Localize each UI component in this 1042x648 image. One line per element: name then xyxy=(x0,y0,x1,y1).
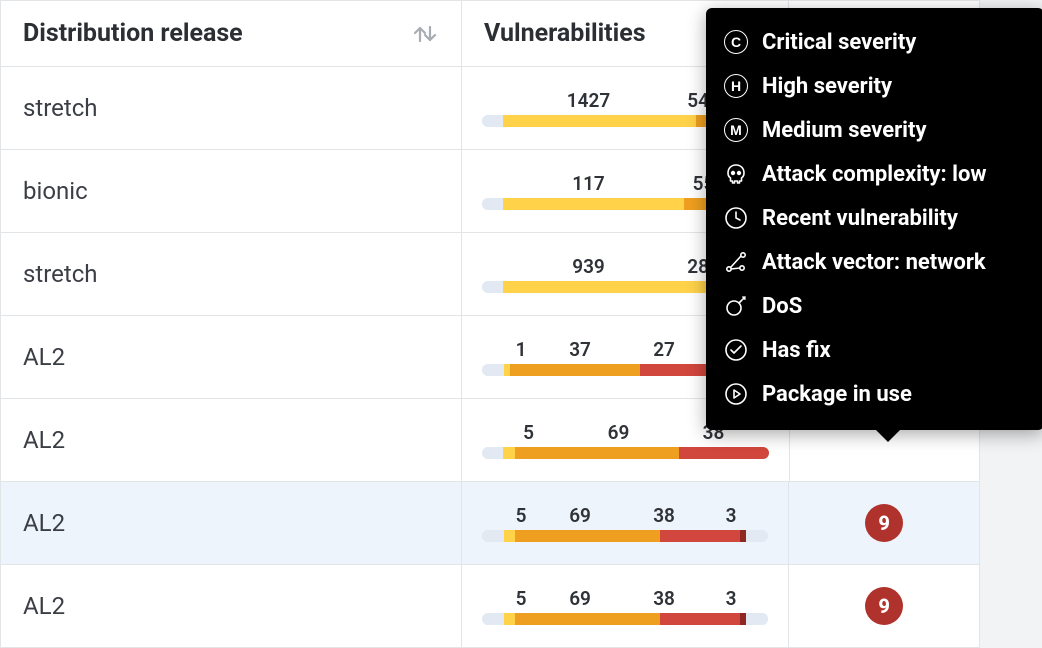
distribution-cell: AL2 xyxy=(1,482,462,564)
tooltip-label: Recent vulnerability xyxy=(762,206,958,231)
vuln-bar-segment xyxy=(504,530,515,542)
table-row[interactable]: AL25693839 xyxy=(1,565,979,648)
tooltip-label: Attack complexity: low xyxy=(762,162,987,187)
vuln-count: 117 xyxy=(504,172,674,195)
dos-icon xyxy=(722,292,750,320)
vuln-count: 38 xyxy=(622,504,706,527)
column-header-distribution[interactable]: Distribution release xyxy=(1,1,462,66)
vulnerability-bar xyxy=(482,613,768,625)
attack-complexity-icon xyxy=(722,160,750,188)
tooltip-item: DoS xyxy=(722,284,1026,328)
tooltip-label: High severity xyxy=(762,74,892,99)
vulnerability-bar xyxy=(482,447,769,459)
vuln-bar-segment xyxy=(503,447,515,459)
medium-icon: M xyxy=(722,116,750,144)
vuln-bar-segment xyxy=(503,115,695,127)
vuln-count: 5 xyxy=(504,504,538,527)
vulnerabilities-cell: 569383 xyxy=(462,565,789,647)
tooltip-label: Package in use xyxy=(762,382,912,407)
vuln-count: 5 xyxy=(504,587,538,610)
high-icon: H xyxy=(722,72,750,100)
distribution-cell: AL2 xyxy=(1,399,462,481)
tooltip-item: Attack vector: network xyxy=(722,240,1026,284)
package-icon xyxy=(722,380,750,408)
vuln-count: 3 xyxy=(706,587,756,610)
vuln-bar-segment xyxy=(503,281,706,293)
vuln-bar-segment xyxy=(679,447,769,459)
table-row[interactable]: AL25693839 xyxy=(1,482,979,565)
vuln-bar-segment xyxy=(515,613,660,625)
vuln-count: 69 xyxy=(538,504,622,527)
tooltip-item: C Critical severity xyxy=(722,20,1026,64)
tooltip-label: Critical severity xyxy=(762,30,916,55)
vuln-count: 1427 xyxy=(504,89,674,112)
vuln-bar-segment xyxy=(660,530,740,542)
tooltip-label: Medium severity xyxy=(762,118,927,143)
tooltip-item: Package in use xyxy=(722,372,1026,416)
column-header-label: Vulnerabilities xyxy=(484,19,646,48)
vuln-count: 939 xyxy=(504,255,674,278)
tooltip-label: Attack vector: network xyxy=(762,250,986,275)
distribution-cell: bionic xyxy=(1,150,462,232)
risk-badge[interactable]: 9 xyxy=(865,504,903,542)
vulnerability-counts: 569383 xyxy=(462,587,788,613)
tooltip-label: Has fix xyxy=(762,338,831,363)
vuln-count: 38 xyxy=(622,587,706,610)
risk-factors-tooltip: C Critical severity H High severity M Medium … xyxy=(706,8,1042,430)
recent-icon xyxy=(722,204,750,232)
vulnerabilities-cell: 569383 xyxy=(462,482,789,564)
vuln-bar-segment xyxy=(515,447,678,459)
tooltip-item: Attack complexity: low xyxy=(722,152,1026,196)
tooltip-item: H High severity xyxy=(722,64,1026,108)
vuln-bar-segment xyxy=(510,364,640,376)
distribution-cell: stretch xyxy=(1,67,462,149)
vuln-bar-segment xyxy=(503,198,683,210)
sort-icon[interactable] xyxy=(411,23,439,45)
tooltip-item: M Medium severity xyxy=(722,108,1026,152)
has-fix-icon xyxy=(722,336,750,364)
vuln-count: 37 xyxy=(538,338,622,361)
tooltip-item: Has fix xyxy=(722,328,1026,372)
distribution-cell: AL2 xyxy=(1,565,462,647)
critical-icon: C xyxy=(722,28,750,56)
distribution-cell: AL2 xyxy=(1,316,462,398)
vuln-count: 5 xyxy=(504,421,554,444)
vuln-count: 69 xyxy=(538,587,622,610)
vulnerability-bar xyxy=(482,530,768,542)
vuln-bar-segment xyxy=(660,613,740,625)
vuln-count: 69 xyxy=(554,421,684,444)
vuln-count: 1 xyxy=(504,338,538,361)
vuln-count: 3 xyxy=(706,504,756,527)
vuln-bar-segment xyxy=(504,613,515,625)
vuln-count: 27 xyxy=(622,338,706,361)
attack-vector-icon xyxy=(722,248,750,276)
risk-cell: 9 xyxy=(789,482,979,564)
risk-badge[interactable]: 9 xyxy=(865,587,903,625)
risk-cell: 9 xyxy=(789,565,979,647)
tooltip-item: Recent vulnerability xyxy=(722,196,1026,240)
vulnerability-counts: 569383 xyxy=(462,504,788,530)
distribution-cell: stretch xyxy=(1,233,462,315)
tooltip-label: DoS xyxy=(762,294,802,319)
vuln-bar-segment xyxy=(515,530,660,542)
column-header-label: Distribution release xyxy=(23,19,243,48)
